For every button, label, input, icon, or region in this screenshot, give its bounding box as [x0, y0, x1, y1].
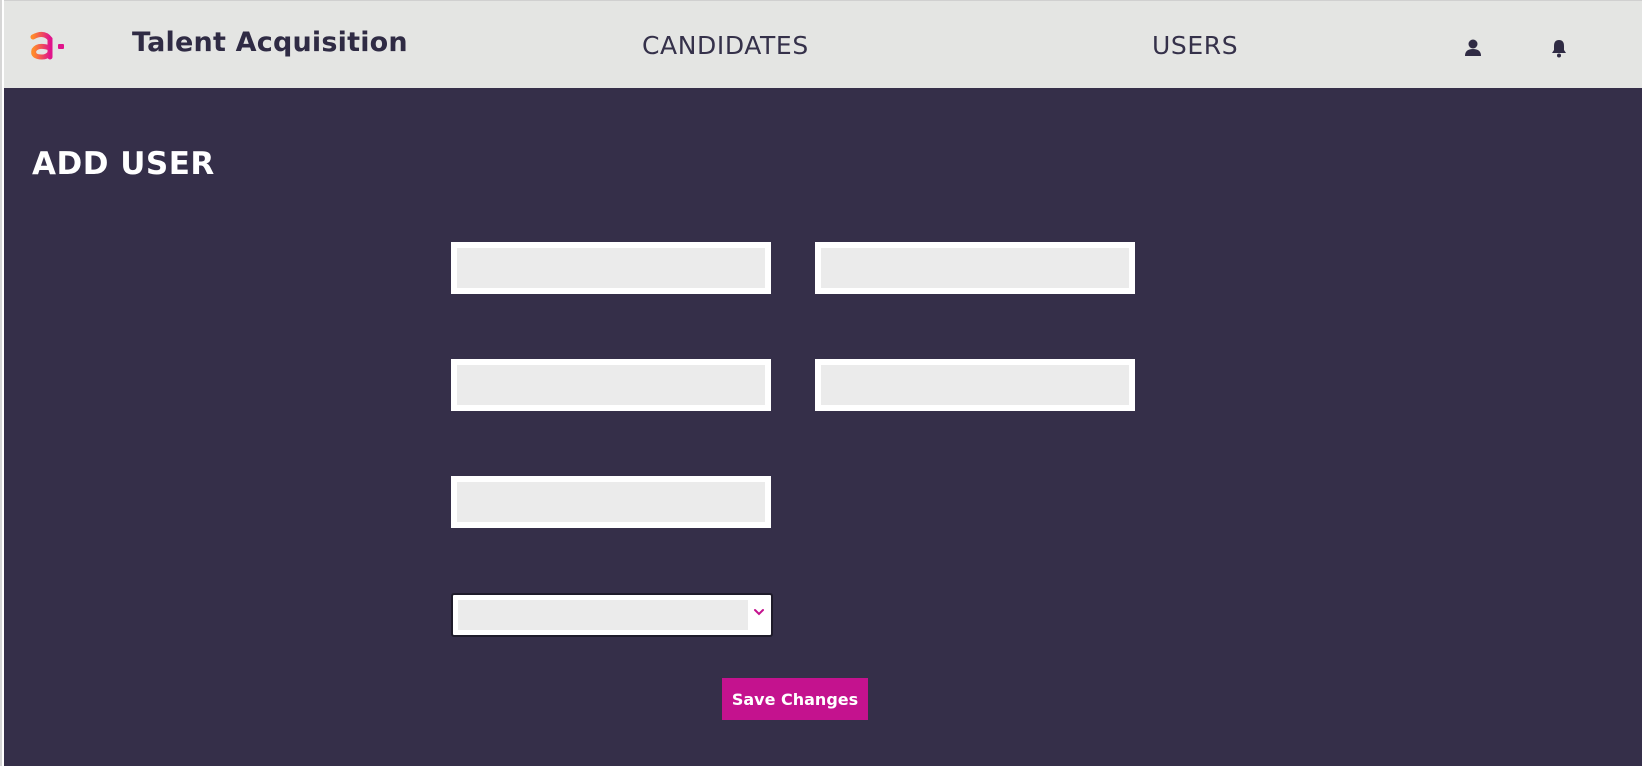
- user-input-4[interactable]: [821, 365, 1129, 405]
- bell-icon[interactable]: [1548, 37, 1570, 59]
- text-field-2: [815, 242, 1135, 294]
- nav-users-link[interactable]: USERS: [1152, 31, 1238, 60]
- user-input-1[interactable]: [457, 248, 765, 288]
- user-input-2[interactable]: [821, 248, 1129, 288]
- top-navigation-bar: Talent Acquisition CANDIDATES USERS: [4, 0, 1642, 88]
- text-field-5: [451, 476, 771, 528]
- role-dropdown[interactable]: [451, 593, 773, 637]
- dropdown-selected-value: [458, 600, 748, 630]
- text-field-4: [815, 359, 1135, 411]
- app-frame: Talent Acquisition CANDIDATES USERS ADD …: [0, 0, 1642, 766]
- nav-candidates-link[interactable]: CANDIDATES: [642, 31, 809, 60]
- text-field-3: [451, 359, 771, 411]
- brand-logo-icon[interactable]: [28, 29, 68, 63]
- page-title: ADD USER: [32, 146, 215, 182]
- main-content: ADD USER Save Changes: [4, 88, 1642, 766]
- user-input-5[interactable]: [457, 482, 765, 522]
- app-title: Talent Acquisition: [132, 27, 408, 58]
- user-input-3[interactable]: [457, 365, 765, 405]
- chevron-down-icon: [754, 609, 764, 616]
- text-field-1: [451, 242, 771, 294]
- save-changes-button[interactable]: Save Changes: [722, 678, 868, 720]
- user-icon[interactable]: [1462, 37, 1484, 59]
